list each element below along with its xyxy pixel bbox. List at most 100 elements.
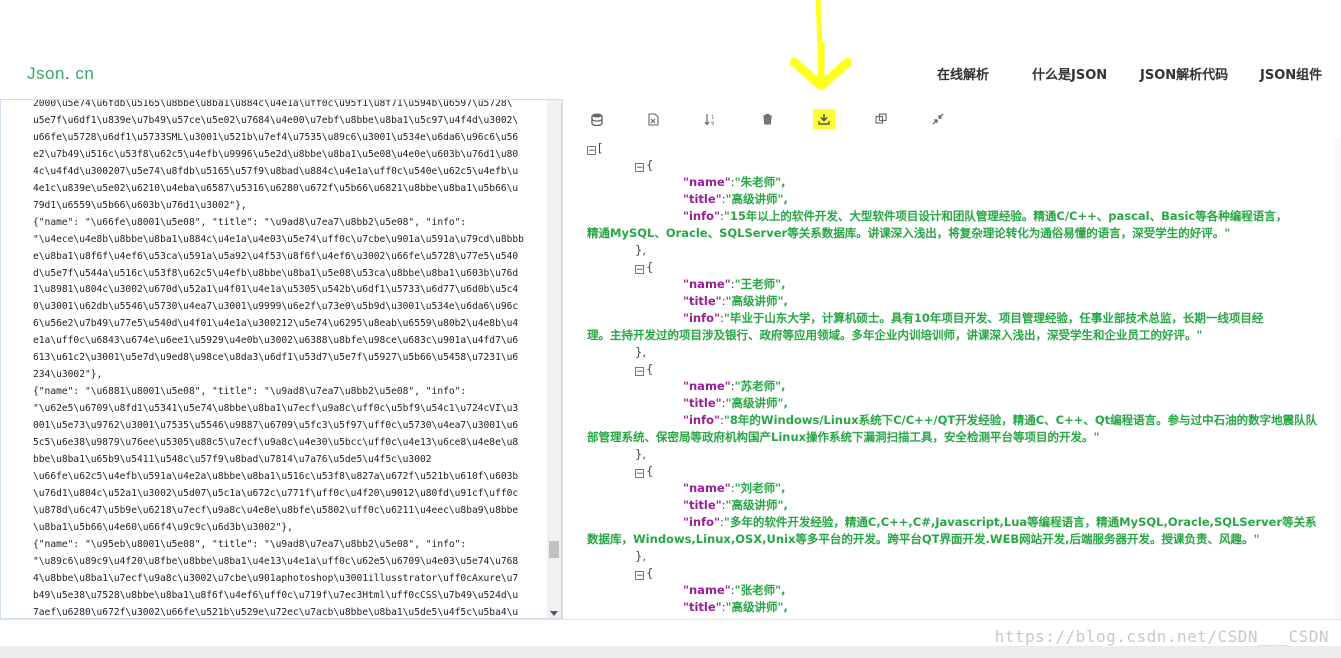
editor-scrollbar[interactable] — [547, 100, 561, 618]
editor-line: 234\u3002"}, — [33, 369, 103, 381]
json-title-line: "title":"高级讲师", — [683, 293, 788, 310]
page-footer: https://blog.csdn.net/CSDN___CSDN — [0, 619, 1341, 658]
editor-line: 001\u5e73\u9762\u3001\u7535\u5546\u9887\… — [33, 420, 519, 432]
editor-line: 7aef\u6280\u672f\u3002\u66fe\u521b\u529e… — [33, 606, 519, 618]
editor-line: 5c5\u6e38\u9879\u76ee\u5305\u88c5\u7ecf\… — [33, 437, 519, 449]
editor-line: "\u89c6\u89c9\u4f20\u8fbe\u8bbe\u8ba1\u4… — [33, 555, 519, 567]
key-info: "info" — [683, 515, 721, 529]
logo-tld: cn — [70, 64, 95, 83]
editor-line: "\u4ece\u4e8b\u8bbe\u8ba1\u884c\u4e1a\u4… — [33, 233, 524, 245]
editor-line: 4\u8bbe\u8ba1\u7ecf\u9a8c\u3002\u7cbe\u9… — [33, 572, 519, 584]
object-close: }, — [635, 549, 646, 563]
collapse-toggle-icon[interactable]: − — [635, 571, 644, 581]
site-logo[interactable]: Json. cn — [27, 64, 94, 84]
value-info-cont: 精通MySQL、Oracle、SQLServer等关系数据库。讲课深入浅出，将复… — [587, 226, 1231, 240]
key-info: "info" — [683, 311, 721, 325]
json-object-open: −{ — [635, 463, 653, 480]
editor-line: e\u8ba1\u8f6f\u4ef6\u53ca\u591a\u5a92\u4… — [33, 250, 519, 262]
collapse-toggle-icon[interactable]: − — [635, 163, 644, 173]
editor-line: \u66fe\u62c5\u4efb\u591a\u4e2a\u8bbe\u8b… — [33, 470, 519, 482]
scroll-down-arrow-icon[interactable] — [550, 611, 558, 616]
open-bracket: [ — [598, 141, 603, 155]
collapse-toggle-icon[interactable]: − — [635, 265, 644, 275]
editor-line: 4e1c\u839e\u5e02\u6210\u4eba\u6587\u5316… — [33, 182, 519, 194]
json-tree-view[interactable]: −[−{"name":"朱老师", "title":"高级讲师", "info":"… — [563, 138, 1341, 619]
editor-line: 6\u56e2\u7b49\u77e5\u540d\u4f01\u4e1a\u3… — [33, 318, 519, 330]
trash-icon[interactable] — [756, 109, 778, 129]
editor-line: \u8ba1\u5b66\u4e60\u66f4\u9c9c\u6d3b\u30… — [33, 521, 293, 533]
object-open: { — [646, 158, 654, 172]
json-source-text[interactable]: 2000\u5e74\u6fdb\u5165\u8bbe\u8ba1\u884c… — [33, 99, 538, 618]
key-info: "info" — [683, 413, 721, 427]
json-info-continuation: 数据库，Windows,Linux,OSX,Unix等多平台的开发。跨平台QT界… — [587, 531, 1260, 548]
object-close: }, — [635, 447, 646, 461]
json-object-close: }, — [635, 446, 646, 463]
quote: ", — [777, 294, 788, 308]
editor-line: {"name": "\u66fe\u8001\u5e08", "title": … — [33, 216, 467, 228]
json-name-line: "name":"张老师", — [683, 582, 785, 599]
editor-line: 1\u8981\u804c\u3002\u670d\u52a1\u4f01\u4… — [33, 284, 519, 296]
object-close: }, — [635, 243, 646, 257]
compress-icon[interactable] — [927, 109, 949, 129]
json-title-line: "title":"高级讲师", — [683, 599, 788, 616]
key-title: "title" — [683, 192, 722, 206]
json-name-line: "name":"苏老师", — [683, 378, 785, 395]
value-info: 多年的软件开发经验，精通C,C++,C#,Javascript,Lua等编程语言… — [729, 515, 1317, 529]
value-info-cont: 数据库，Windows,Linux,OSX,Unix等多平台的开发。跨平台QT界… — [587, 532, 1260, 546]
sort-icon[interactable]: 19 — [699, 109, 721, 129]
json-object-open: −{ — [635, 157, 653, 174]
json-source-editor[interactable]: 2000\u5e74\u6fdb\u5165\u8bbe\u8ba1\u884c… — [0, 99, 562, 619]
nav-online-parse[interactable]: 在线解析 — [937, 64, 989, 84]
excel-icon[interactable] — [642, 109, 664, 129]
nav-json-components[interactable]: JSON组件 — [1260, 64, 1322, 84]
editor-line: {"name": "\u6881\u8001\u5e08", "title": … — [33, 386, 467, 398]
editor-line: u5e7f\u6df1\u839e\u7b49\u57ce\u5e02\u768… — [33, 114, 519, 126]
json-view-scrollbar[interactable] — [1333, 138, 1341, 619]
editor-line: e2\u7b49\u516c\u53f8\u62c5\u4efb\u9996\u… — [33, 148, 519, 160]
collapse-toggle-icon[interactable]: − — [635, 469, 644, 479]
value-title: 高级讲师 — [731, 192, 778, 206]
editor-line: \u878d\u6c47\u5b9e\u6218\u7ecf\u9a8c\u4e… — [33, 504, 519, 516]
json-info-continuation: 理。主持开发过的项目涉及银行、政府等应用领域。多年企业内训培训师，讲课深入浅出，… — [587, 327, 1203, 344]
editor-line: bbe\u8ba1\u65b9\u5411\u548c\u57f9\u8bad\… — [33, 454, 432, 466]
database-icon[interactable] — [586, 109, 608, 129]
object-open: { — [646, 566, 654, 580]
quote: ", — [775, 481, 786, 495]
editor-line: 613\u61c2\u3001\u5e7d\u9ed8\u98ce\u8da3\… — [33, 352, 519, 364]
logo-main: Json — [27, 64, 65, 83]
editor-line: 2000\u5e74\u6fdb\u5165\u8bbe\u8ba1\u884c… — [33, 99, 513, 109]
json-name-line: "name":"刘老师", — [683, 480, 785, 497]
quote: ", — [775, 175, 786, 189]
download-icon[interactable] — [813, 109, 835, 129]
value-info: 15年以上的软件开发、大型软件项目设计和团队管理经验。精通C/C++、pasca… — [729, 209, 1288, 223]
json-info-line: "info":"15年以上的软件开发、大型软件项目设计和团队管理经验。精通C/C… — [683, 208, 1287, 225]
key-title: "title" — [683, 600, 722, 614]
copy-icon[interactable] — [870, 109, 892, 129]
editor-line: 79d1\u6559\u5b66\u603b\u76d1\u3002"}, — [33, 199, 247, 211]
quote: ", — [777, 498, 788, 512]
key-info: "info" — [683, 209, 721, 223]
quote: ", — [777, 396, 788, 410]
collapse-toggle-icon[interactable]: − — [635, 367, 644, 377]
quote: ", — [775, 379, 786, 393]
json-object-close: }, — [635, 548, 646, 565]
editor-line: d\u5e7f\u544a\u516c\u53f8\u62c5\u4efb\u8… — [33, 267, 519, 279]
object-open: { — [646, 464, 654, 478]
key-name: "name" — [683, 277, 731, 291]
nav-what-is-json[interactable]: 什么是JSON — [1032, 64, 1107, 84]
quote: ", — [775, 277, 786, 291]
json-object-close: }, — [635, 242, 646, 259]
json-info-line: "info":"毕业于山东大学，计算机硕士。具有10年项目开发、项目管理经验，任… — [683, 310, 1263, 327]
key-title: "title" — [683, 294, 722, 308]
watermark: https://blog.csdn.net/CSDN___CSDN — [994, 627, 1329, 646]
nav-json-code[interactable]: JSON解析代码 — [1140, 64, 1228, 84]
json-info-continuation: 精通MySQL、Oracle、SQLServer等关系数据库。讲课深入浅出，将复… — [587, 225, 1230, 242]
collapse-toggle-icon[interactable]: − — [587, 146, 596, 156]
json-object-open: −{ — [635, 259, 653, 276]
svg-text:9: 9 — [711, 121, 714, 126]
key-title: "title" — [683, 498, 722, 512]
view-toolbar: 19 — [570, 100, 1341, 138]
value-info: 毕业于山东大学，计算机硕士。具有10年项目开发、项目管理经验，任事业部技术总监，… — [729, 311, 1264, 325]
editor-line: 0\u3001\u62db\u5546\u5730\u4ea7\u3001\u9… — [33, 301, 519, 313]
scrollbar-thumb[interactable] — [549, 541, 559, 558]
